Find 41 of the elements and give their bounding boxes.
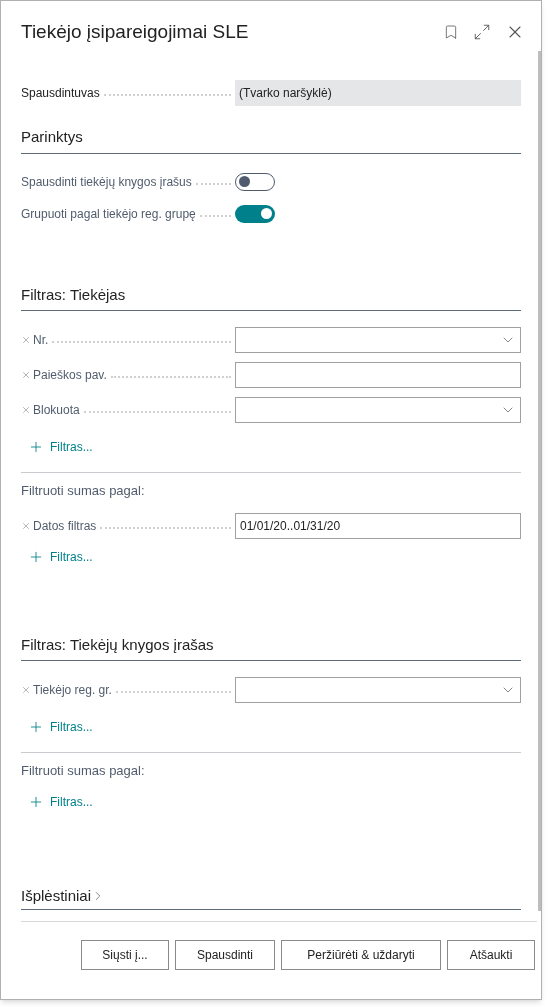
section-expander[interactable]: Išplėstiniai [21, 884, 106, 907]
input-field[interactable] [235, 362, 521, 388]
dialog-button[interactable]: Atšaukti [447, 940, 535, 970]
dropdown-field[interactable] [235, 327, 521, 353]
dialog-button[interactable]: Peržiūrėti & uždaryti [281, 940, 441, 970]
subsection-label: Filtruoti sumas pagal: [21, 482, 146, 500]
toggle-switch[interactable] [235, 204, 275, 223]
input-field[interactable]: 01/01/20..01/31/20 [235, 512, 521, 539]
dropdown-field[interactable] [235, 677, 521, 703]
option-label: Grupuoti pagal tiekėjo reg. grupę [21, 205, 196, 223]
remove-filter-icon[interactable] [21, 520, 31, 531]
remove-filter-icon[interactable] [21, 335, 31, 345]
field-label: Tiekėjo reg. gr. [33, 682, 112, 699]
bookmark-icon[interactable] [443, 23, 459, 41]
remove-filter-icon[interactable] [21, 405, 31, 415]
field-label: Nr. [33, 332, 49, 349]
add-filter-link[interactable]: Filtras... [28, 718, 93, 736]
printer-field[interactable]: (Tvarko naršyklė) [235, 80, 521, 106]
field-label: Paieškos pav. [33, 367, 107, 384]
window-title: Tiekėjo įsipareigojimai SLE [21, 19, 249, 44]
option-label: Spausdinti tiekėjų knygos įrašus [21, 173, 192, 191]
field-label: Datos filtras [33, 517, 97, 535]
plus-icon [28, 719, 44, 735]
field-label: Blokuota [33, 402, 80, 419]
toggle-switch[interactable] [235, 172, 275, 191]
dialog-button[interactable]: Spausdinti [175, 940, 275, 970]
expand-icon[interactable] [473, 23, 491, 41]
section-heading: Filtras: Tiekėjas [21, 283, 521, 311]
dialog-button[interactable]: Siųsti į... [81, 940, 169, 970]
add-filter-link[interactable]: Filtras... [28, 438, 93, 456]
subsection-label: Filtruoti sumas pagal: [21, 762, 146, 780]
add-filter-link[interactable]: Filtras... [28, 547, 93, 566]
scrollbar[interactable] [538, 51, 541, 911]
field-label: Spausdintuvas [21, 85, 100, 102]
plus-icon [28, 439, 44, 455]
section-heading: Parinktys [21, 126, 521, 154]
remove-filter-icon[interactable] [21, 370, 31, 380]
dropdown-field[interactable] [235, 397, 521, 423]
remove-filter-icon[interactable] [21, 685, 31, 695]
section-heading: Filtras: Tiekėjų knygos įrašas [21, 633, 521, 661]
add-filter-link[interactable]: Filtras... [28, 792, 93, 811]
